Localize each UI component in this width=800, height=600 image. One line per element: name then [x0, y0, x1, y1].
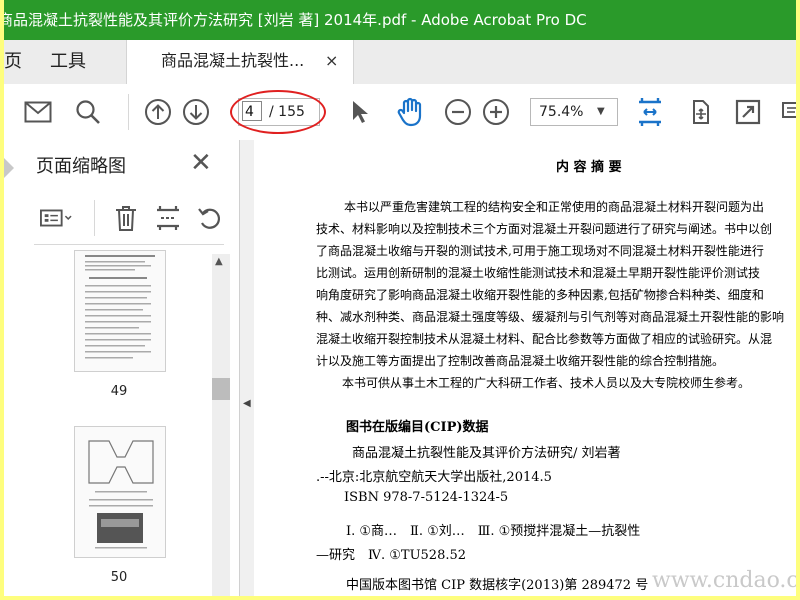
- zoom-select[interactable]: 75.4% ▼: [530, 98, 618, 126]
- mail-icon[interactable]: [22, 96, 54, 128]
- panel-toolbar: [4, 196, 236, 240]
- cip-line: Ⅰ. ①商… Ⅱ. ①刘… Ⅲ. ①预搅拌混凝土—抗裂性: [346, 524, 641, 539]
- cip-line: .--北京:北京航空航天大学出版社,2014.5: [316, 470, 552, 485]
- search-icon[interactable]: [72, 96, 104, 128]
- hand-icon[interactable]: [394, 96, 426, 128]
- abstract-line: 了商品混凝土收缩与开裂的测试技术,可用于施工现场对不同混凝土材料开裂性能进行: [316, 244, 764, 258]
- abstract-line: 种、减水剂种类、商品混凝土强度等级、缓凝剂与引气剂等对商品混凝土开裂性能的影响: [316, 310, 785, 324]
- thumbnail-options-icon[interactable]: [40, 202, 72, 234]
- cip-line: 商品混凝土抗裂性能及其评价方法研究/ 刘岩著: [352, 446, 621, 461]
- thumbnail-label: 49: [110, 384, 128, 399]
- extract-pages-icon[interactable]: [152, 202, 184, 234]
- abstract-line: 技术、材料影响以及控制技术三个方面对混凝土开裂问题进行了研究与阐述。书中以创: [316, 222, 773, 236]
- panel-collapse-strip[interactable]: ◀: [240, 140, 254, 596]
- document-tab-label: 商品混凝土抗裂性...: [161, 51, 305, 70]
- abstract-line: 计以及施工等方面提出了控制改善商品混凝土收缩开裂性能的综合控制措施。: [316, 354, 725, 368]
- abstract-line: 混凝土收缩开裂控制技术从混凝土材料、配合比参数等方面做了相应的试验研究。从混: [316, 332, 773, 346]
- fit-page-icon[interactable]: [634, 96, 666, 128]
- rotate-pages-icon[interactable]: [684, 96, 716, 128]
- thumbnails-list: 49 50: [4, 250, 236, 596]
- page-thumbnails-panel: 页面缩略图 ✕ 49 50 ▲: [4, 140, 240, 596]
- thumbnail-label: 50: [110, 570, 128, 585]
- full-screen-icon[interactable]: [732, 96, 764, 128]
- zoom-value: 75.4%: [539, 104, 584, 120]
- comment-icon[interactable]: [776, 96, 796, 128]
- scrollbar-thumb[interactable]: [212, 378, 230, 400]
- main-toolbar: 4 / 155 75.4% ▼: [4, 84, 796, 141]
- acrobat-window: 商品混凝土抗裂性能及其评价方法研究 [刘岩 著] 2014年.pdf - Ado…: [4, 0, 796, 596]
- panel-divider: [34, 244, 224, 245]
- thumbnail-page-50[interactable]: [74, 426, 166, 558]
- undo-icon[interactable]: [194, 202, 226, 234]
- cip-heading: 图书在版编目(CIP)数据: [346, 420, 489, 435]
- abstract-line: 本书以严重危害建筑工程的结构安全和正常使用的商品混凝土材料开裂问题为出: [344, 200, 765, 214]
- thumbnails-scrollbar[interactable]: ▲: [212, 254, 230, 596]
- zoom-out-icon[interactable]: [442, 96, 474, 128]
- watermark: www.cndao.com: [652, 568, 796, 593]
- cip-line: ISBN 978-7-5124-1324-5: [344, 490, 509, 505]
- previous-page-icon[interactable]: [142, 96, 174, 128]
- cip-line: —研究 Ⅳ. ①TU528.52: [316, 548, 467, 563]
- window-title: 商品混凝土抗裂性能及其评价方法研究 [刘岩 著] 2014年.pdf - Ado…: [4, 11, 587, 29]
- abstract-line: 比测试。运用创新研制的混凝土收缩性能测试技术和混凝土早期开裂性能评价测试技: [316, 266, 761, 280]
- zoom-in-icon[interactable]: [480, 96, 512, 128]
- menu-tools[interactable]: 工具: [50, 40, 86, 84]
- close-icon[interactable]: ✕: [190, 148, 212, 178]
- chevron-down-icon: ▼: [597, 106, 605, 117]
- title-bar: 商品混凝土抗裂性能及其评价方法研究 [刘岩 著] 2014年.pdf - Ado…: [4, 0, 796, 40]
- document-page: 内 容 摘 要 本书以严重危害建筑工程的结构安全和正常使用的商品混凝土材料开裂问…: [254, 140, 796, 596]
- cursor-icon[interactable]: [344, 96, 376, 128]
- panel-title: 页面缩略图: [36, 156, 126, 177]
- highlight-ellipse: [230, 90, 326, 134]
- menu-home[interactable]: 页: [4, 40, 22, 84]
- panel-notch: [4, 158, 14, 178]
- delete-icon[interactable]: [110, 202, 142, 234]
- next-page-icon[interactable]: [180, 96, 212, 128]
- menu-tab-strip: 页 工具: [4, 40, 796, 84]
- close-tab-icon[interactable]: ×: [325, 40, 338, 82]
- thumbnail-page-49[interactable]: [74, 250, 166, 372]
- collapse-arrow-icon[interactable]: ◀: [243, 398, 251, 409]
- abstract-line: 响角度研究了影响商品混凝土收缩开裂性能的多种因素,包括矿物掺合料种类、细度和: [316, 288, 764, 302]
- cip-line: 中国版本图书馆 CIP 数据核字(2013)第 289472 号: [346, 578, 649, 593]
- abstract-heading: 内 容 摘 要: [556, 160, 622, 175]
- abstract-line: 本书可供从事土木工程的广大科研工作者、技术人员以及大专院校师生参考。: [342, 376, 751, 390]
- document-tab[interactable]: 商品混凝土抗裂性... ×: [126, 40, 354, 84]
- scroll-up-icon[interactable]: ▲: [215, 256, 223, 267]
